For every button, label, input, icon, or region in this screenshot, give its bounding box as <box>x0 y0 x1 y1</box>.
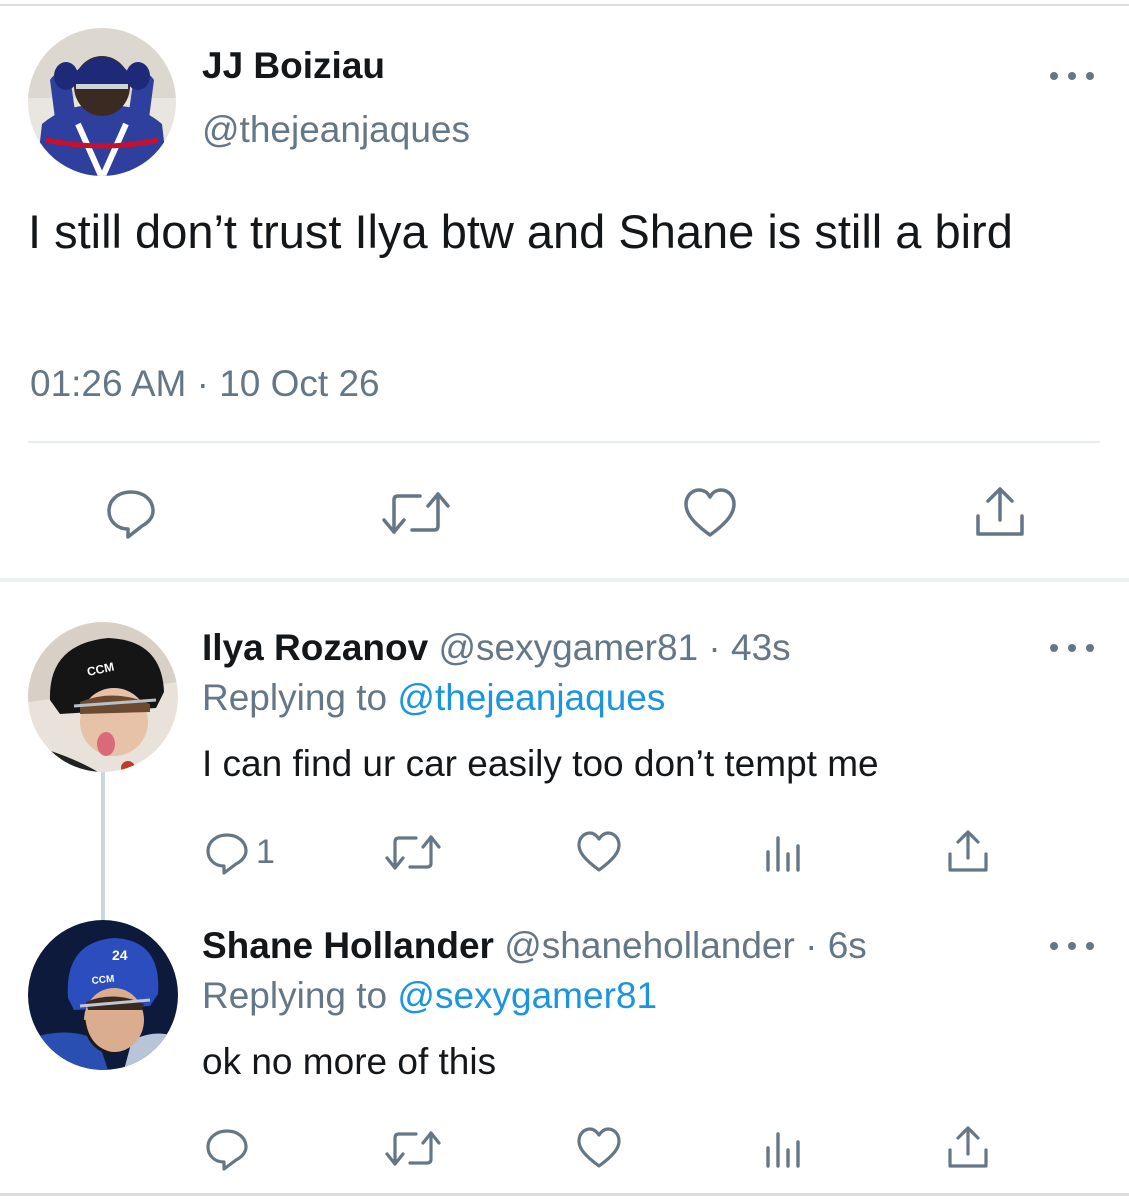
reply-text: I can find ur car easily too don’t tempt… <box>202 743 879 784</box>
section-separator <box>0 578 1129 582</box>
reply-icon[interactable] <box>204 1126 250 1172</box>
reply-count: 1 <box>256 833 275 871</box>
reply-icon[interactable] <box>204 830 250 876</box>
reply-author-handle[interactable]: @sexygamer81 <box>438 627 698 668</box>
retweet-icon[interactable] <box>380 488 452 538</box>
share-icon[interactable] <box>974 484 1026 540</box>
top-edge <box>0 4 1129 6</box>
analytics-icon[interactable] <box>764 1128 804 1168</box>
reply-time: · 6s <box>805 925 867 966</box>
more-options-icon[interactable] <box>1050 636 1094 660</box>
thread-connector <box>101 772 105 920</box>
reply-author-name[interactable]: Ilya Rozanov <box>202 627 428 668</box>
reply-author-name[interactable]: Shane Hollander <box>202 925 494 966</box>
like-icon[interactable] <box>576 830 622 874</box>
analytics-icon[interactable] <box>764 832 804 872</box>
share-icon[interactable] <box>946 1124 990 1170</box>
author-display-name[interactable]: JJ Boiziau <box>202 44 385 88</box>
more-options-icon[interactable] <box>1050 64 1094 88</box>
replying-to-link[interactable]: @sexygamer81 <box>397 975 657 1016</box>
author-handle[interactable]: @thejeanjaques <box>202 108 470 152</box>
reply-text: ok no more of this <box>202 1041 497 1082</box>
reply-time: · 43s <box>708 627 791 668</box>
bottom-edge <box>0 1193 1129 1196</box>
replying-to-prefix: Replying to <box>202 975 388 1016</box>
share-icon[interactable] <box>946 828 990 874</box>
avatar-shane-hollander[interactable]: 24 CCM <box>28 920 178 1070</box>
svg-text:24: 24 <box>112 947 128 963</box>
retweet-icon[interactable] <box>384 1128 442 1170</box>
like-icon[interactable] <box>576 1126 622 1170</box>
tweet-timestamp: 01:26 AM · 10 Oct 26 <box>30 363 380 404</box>
divider <box>28 441 1100 443</box>
retweet-icon[interactable] <box>384 832 442 874</box>
avatar-jj-boiziau[interactable] <box>28 28 176 176</box>
tweet-text: I still don’t trust Ilya btw and Shane i… <box>28 205 1013 258</box>
like-icon[interactable] <box>682 486 738 540</box>
reply-icon[interactable] <box>104 486 158 540</box>
avatar-ilya-rozanov[interactable]: CCM <box>28 622 178 772</box>
replying-to-prefix: Replying to <box>202 677 388 718</box>
reply-author-handle[interactable]: @shanehollander <box>504 925 795 966</box>
replying-to-link[interactable]: @thejeanjaques <box>397 677 665 718</box>
more-options-icon[interactable] <box>1050 934 1094 958</box>
